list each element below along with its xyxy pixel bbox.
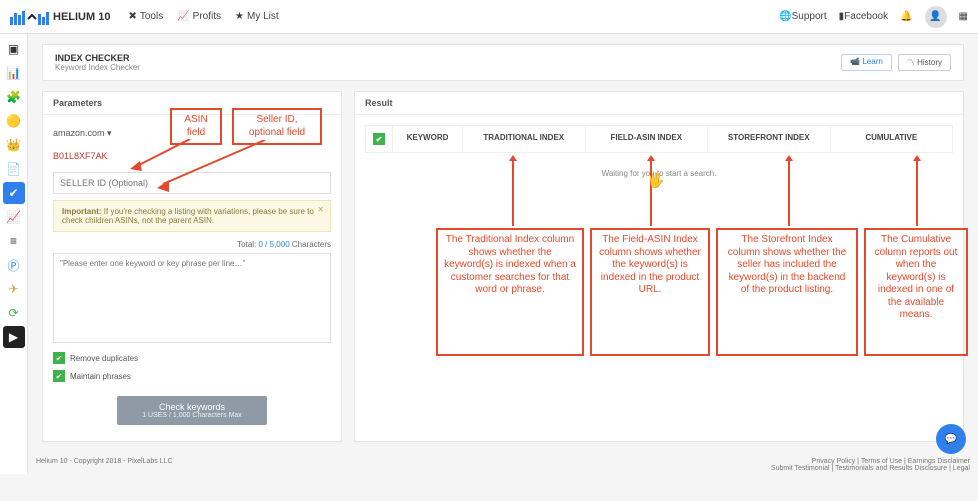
globe-icon: 🌐 — [779, 11, 791, 22]
side-ic-2[interactable]: 📊 — [3, 62, 25, 84]
side-ic-8[interactable]: 📈 — [3, 206, 25, 228]
apps-icon[interactable]: ▦ — [959, 11, 968, 22]
user-icon: 👤 — [929, 11, 941, 22]
star-icon: ★ — [235, 11, 244, 22]
menu-tools-label: Tools — [140, 11, 163, 22]
result-title: Result — [355, 92, 963, 115]
col-keyword: KEYWORD — [392, 126, 462, 152]
menu-mylist[interactable]: ★My List — [235, 11, 279, 22]
asin-input[interactable] — [53, 146, 331, 166]
footer-right: Privacy Policy | Terms of Use | Earnings… — [771, 458, 970, 472]
side-ic-index-checker[interactable]: ✔ — [3, 182, 25, 204]
waiting-text: Waiting for you to start a search. — [355, 163, 963, 188]
page-subtitle: Keyword Index Checker — [55, 63, 140, 72]
check-keywords-button[interactable]: Check keywords1 USES / 1,000 Characters … — [117, 396, 267, 425]
tools-icon: ✖ — [128, 11, 136, 22]
learn-button[interactable]: 📹 Learn — [841, 54, 892, 71]
bell-icon[interactable]: 🔔 — [900, 11, 912, 22]
select-all-check[interactable]: ✔ — [366, 126, 392, 152]
annot-cumulative: The Cumulative column reports out when t… — [864, 228, 968, 356]
chat-icon: 💬 — [945, 434, 957, 445]
side-ic-11[interactable]: ✈ — [3, 278, 25, 300]
brand-text: HELIUM 10 — [53, 11, 110, 23]
side-ic-5[interactable]: 👑 — [3, 134, 25, 156]
top-bar: HELIUM 10 ✖ Tools 📈 Profits ★My List 🌐Supp… — [0, 0, 978, 34]
side-ic-6[interactable]: 📄 — [3, 158, 25, 180]
check-icon: ✔ — [53, 352, 65, 364]
side-ic-1[interactable]: ▣ — [3, 38, 25, 60]
annot-seller: Seller ID, optional field — [232, 108, 322, 145]
history-button[interactable]: 〽 History — [898, 54, 951, 71]
remove-duplicates-check[interactable]: ✔Remove duplicates — [53, 352, 331, 364]
char-total: Total: 0 / 5,000 Characters — [53, 240, 331, 249]
brand-logo[interactable]: HELIUM 10 — [10, 7, 110, 27]
annot-asin: ASIN field — [170, 108, 222, 145]
side-ic-4[interactable]: 🟡 — [3, 110, 25, 132]
annot-storefront: The Storefront Index column shows whethe… — [716, 228, 858, 356]
chat-bubble-button[interactable]: 💬 — [936, 424, 966, 454]
close-note-icon[interactable]: ✕ — [317, 205, 324, 214]
result-header-row: ✔ KEYWORD TRADITIONAL INDEX FIELD-ASIN I… — [365, 125, 953, 153]
menu-profits[interactable]: 📈 Profits — [177, 11, 221, 22]
support-label: Support — [792, 11, 827, 22]
sidebar: ▣ 📊 🧩 🟡 👑 📄 ✔ 📈 ≡ Ⓟ ✈ ⟳ ▶ — [0, 34, 28, 474]
arrow-icon — [512, 160, 514, 226]
footer: Helium 10 - Copyright 2018 - PixelLabs L… — [36, 458, 970, 472]
side-ic-3[interactable]: 🧩 — [3, 86, 25, 108]
annot-field-asin: The Field-ASIN Index column shows whethe… — [590, 228, 710, 356]
side-ic-13[interactable]: ▶ — [3, 326, 25, 348]
col-cumulative: CUMULATIVE — [830, 126, 953, 152]
arrow-icon — [916, 160, 918, 226]
arrow-icon — [788, 160, 790, 226]
support-link[interactable]: 🌐Support — [779, 11, 826, 22]
menu-tools[interactable]: ✖ Tools — [128, 11, 163, 22]
col-field-asin: FIELD-ASIN INDEX — [585, 126, 708, 152]
col-storefront: STOREFRONT INDEX — [707, 126, 830, 152]
keywords-textarea[interactable] — [53, 253, 331, 343]
facebook-link[interactable]: ▮Facebook — [839, 11, 888, 22]
side-ic-10[interactable]: Ⓟ — [3, 254, 25, 276]
arrow-icon — [650, 160, 652, 226]
seller-id-input[interactable] — [53, 172, 331, 194]
top-right: 🌐Support ▮Facebook 🔔 👤 ▦ — [779, 6, 968, 28]
footer-left: Helium 10 - Copyright 2018 - PixelLabs L… — [36, 458, 173, 472]
check-icon: ✔ — [53, 370, 65, 382]
maintain-phrases-check[interactable]: ✔Maintain phrases — [53, 370, 331, 382]
side-ic-9[interactable]: ≡ — [3, 230, 25, 252]
avatar[interactable]: 👤 — [925, 6, 947, 28]
annot-traditional: The Traditional Index column shows wheth… — [436, 228, 584, 356]
menu-mylist-label: My List — [247, 11, 279, 22]
page-title: INDEX CHECKER — [55, 53, 140, 63]
facebook-label: Facebook — [844, 11, 888, 22]
col-traditional: TRADITIONAL INDEX — [462, 126, 585, 152]
menu-profits-label: Profits — [193, 11, 221, 22]
page-header: INDEX CHECKER Keyword Index Checker 📹 Le… — [42, 44, 964, 81]
important-note: Important: If you're checking a listing … — [53, 200, 331, 232]
side-ic-12[interactable]: ⟳ — [3, 302, 25, 324]
top-menu: ✖ Tools 📈 Profits ★My List — [128, 11, 278, 22]
profits-icon: 📈 — [177, 11, 189, 22]
